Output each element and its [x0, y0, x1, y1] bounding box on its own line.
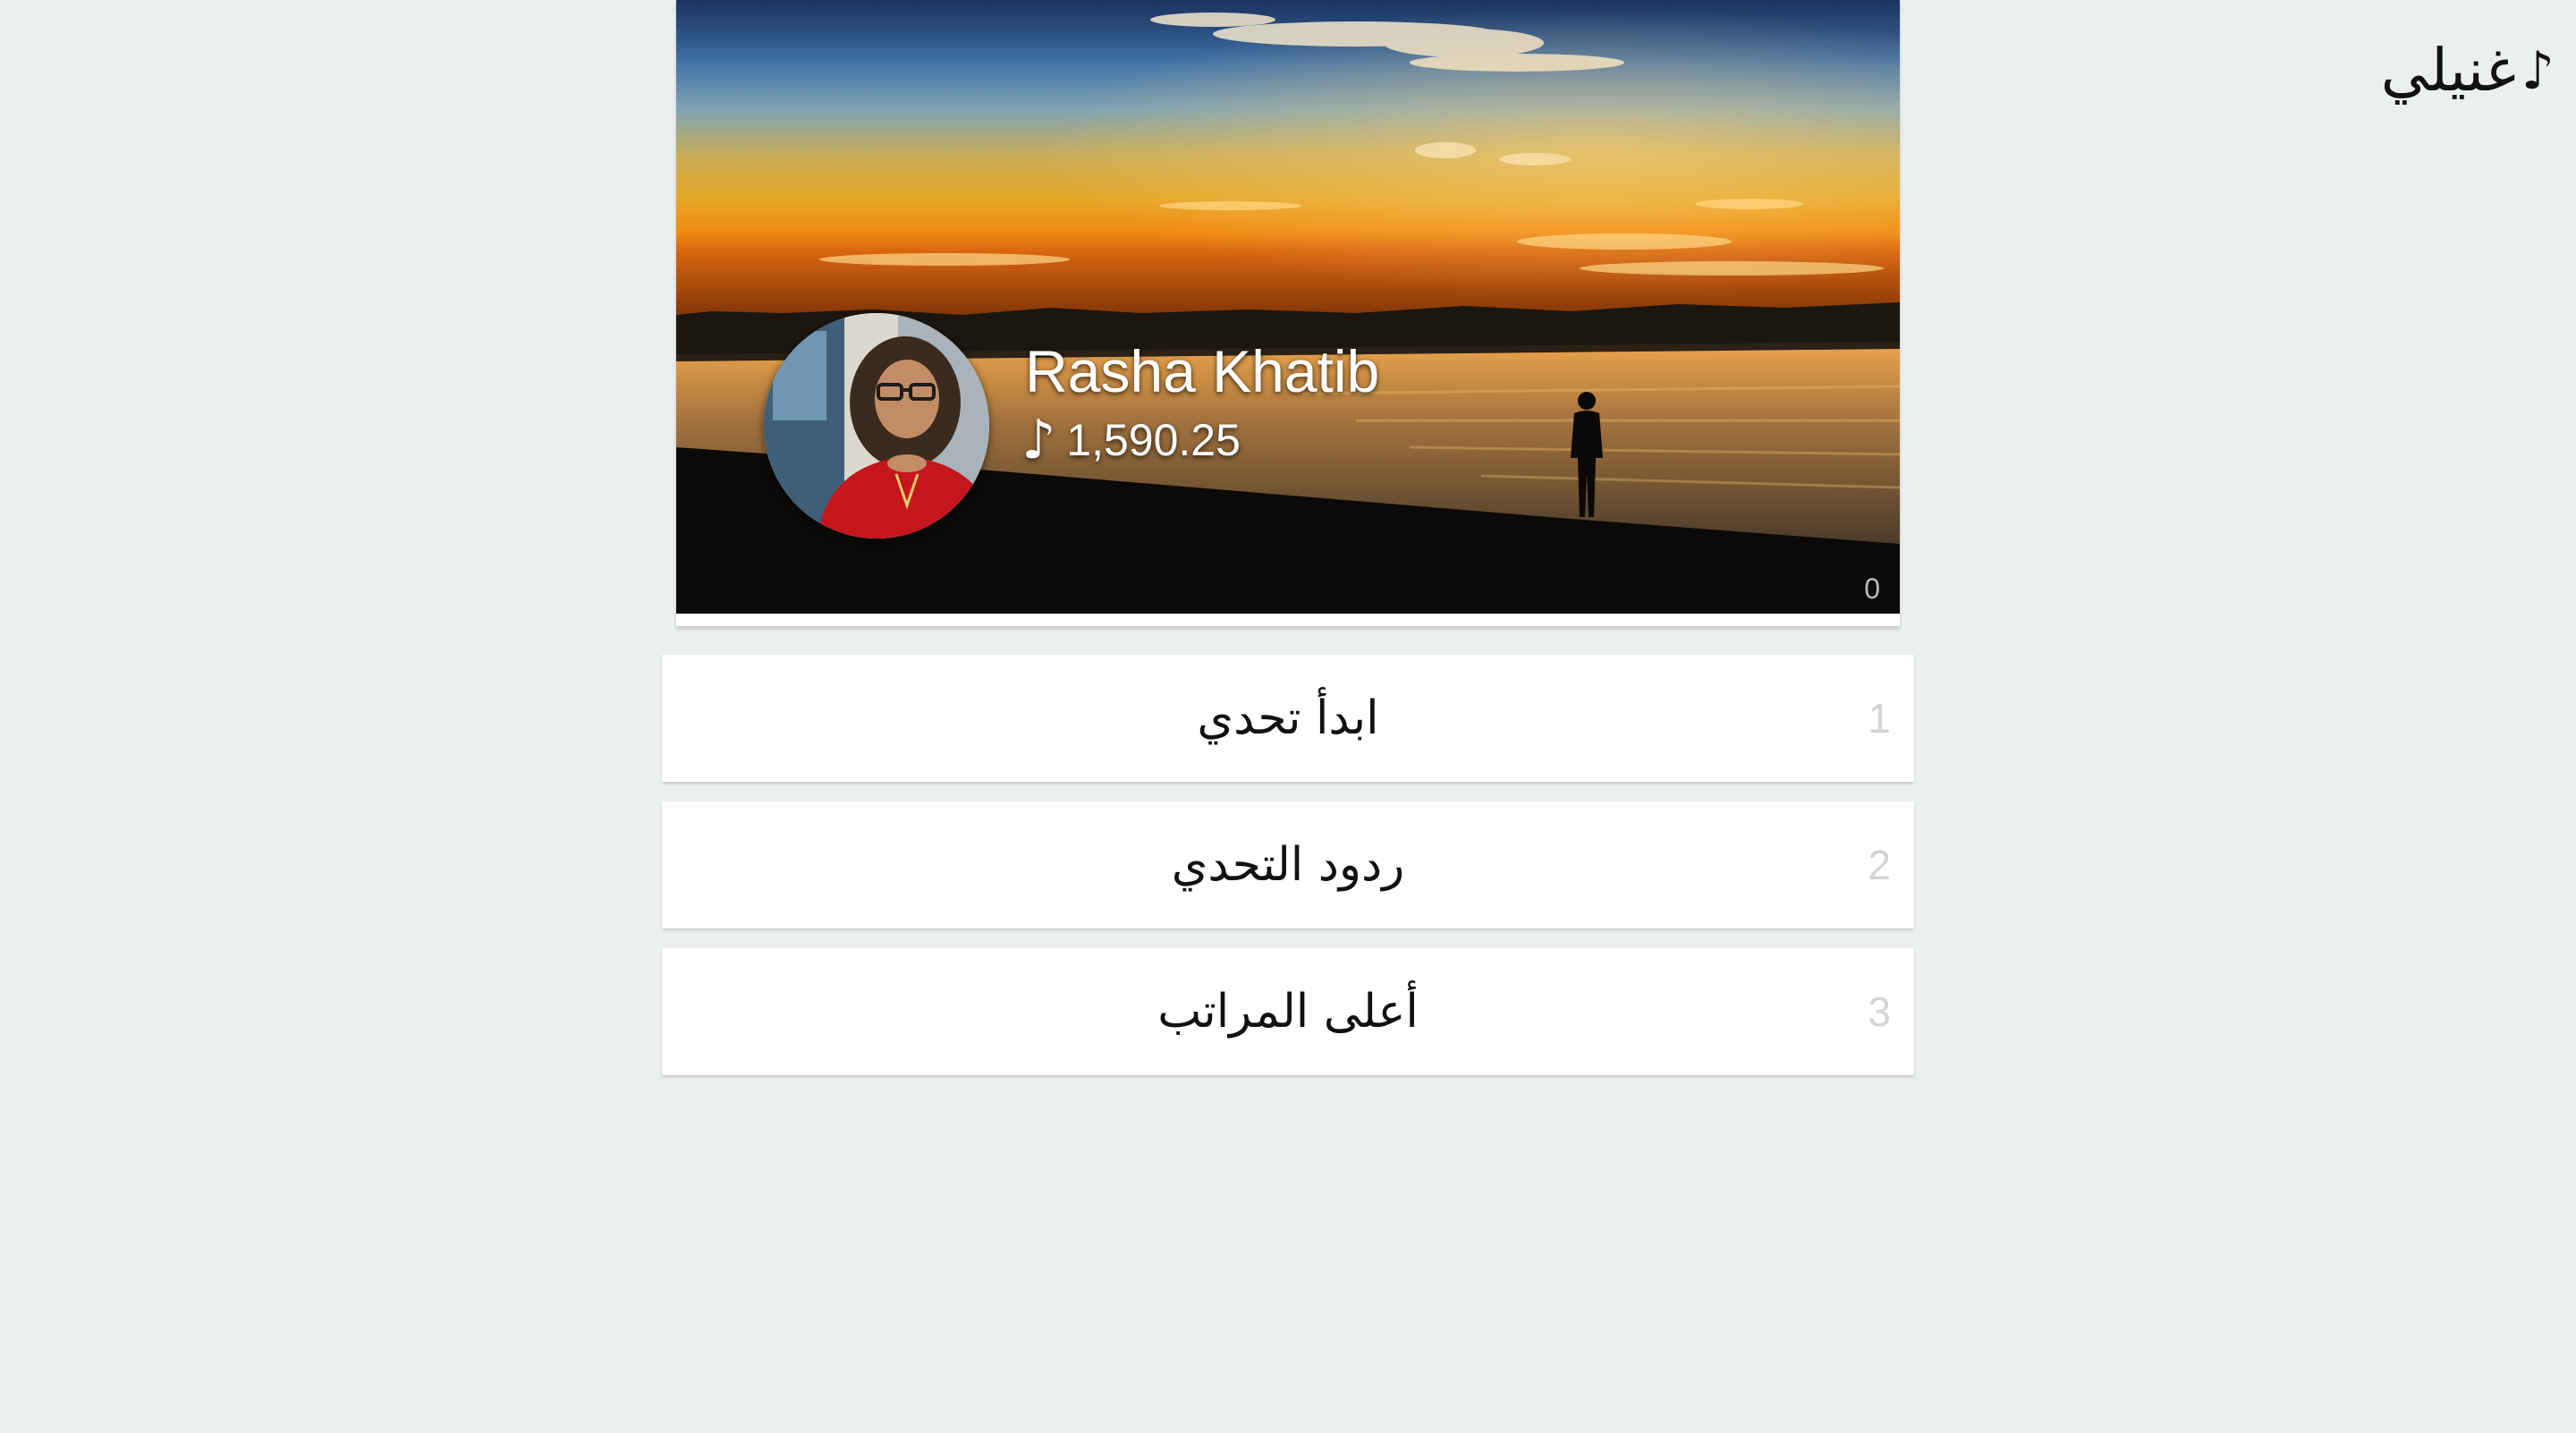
menu-item-index: 2	[1868, 842, 1891, 888]
music-note-icon: ♪	[2521, 40, 2555, 101]
music-note-icon: ♪	[1021, 409, 1056, 471]
cover-counter: 0	[1864, 572, 1880, 605]
menu-item-label: أعلى المراتب	[1157, 985, 1419, 1039]
menu-item-index: 3	[1868, 988, 1891, 1035]
main-menu: ابدأ تحدي 1 ردود التحدي 2 أعلى المراتب 3	[662, 655, 1914, 1095]
app-title: غنيلي	[2380, 36, 2516, 105]
menu-item-label: ابدأ تحدي	[1197, 691, 1379, 745]
menu-item-label: ردود التحدي	[1171, 838, 1405, 892]
profile-card: Rasha Khatib ♪ 1,590.25 0	[676, 0, 1900, 626]
balance: ♪ 1,590.25	[1021, 413, 1241, 467]
avatar[interactable]	[764, 313, 989, 538]
menu-item-index: 1	[1868, 695, 1891, 742]
balance-value: 1,590.25	[1066, 415, 1241, 465]
app-logo[interactable]: غنيلي ♪	[2381, 30, 2555, 111]
menu-item-leaderboard[interactable]: أعلى المراتب 3	[662, 948, 1914, 1075]
menu-item-start-challenge[interactable]: ابدأ تحدي 1	[662, 655, 1914, 782]
menu-item-challenge-replies[interactable]: ردود التحدي 2	[662, 801, 1914, 928]
user-name: Rasha Khatib	[1025, 338, 1380, 404]
